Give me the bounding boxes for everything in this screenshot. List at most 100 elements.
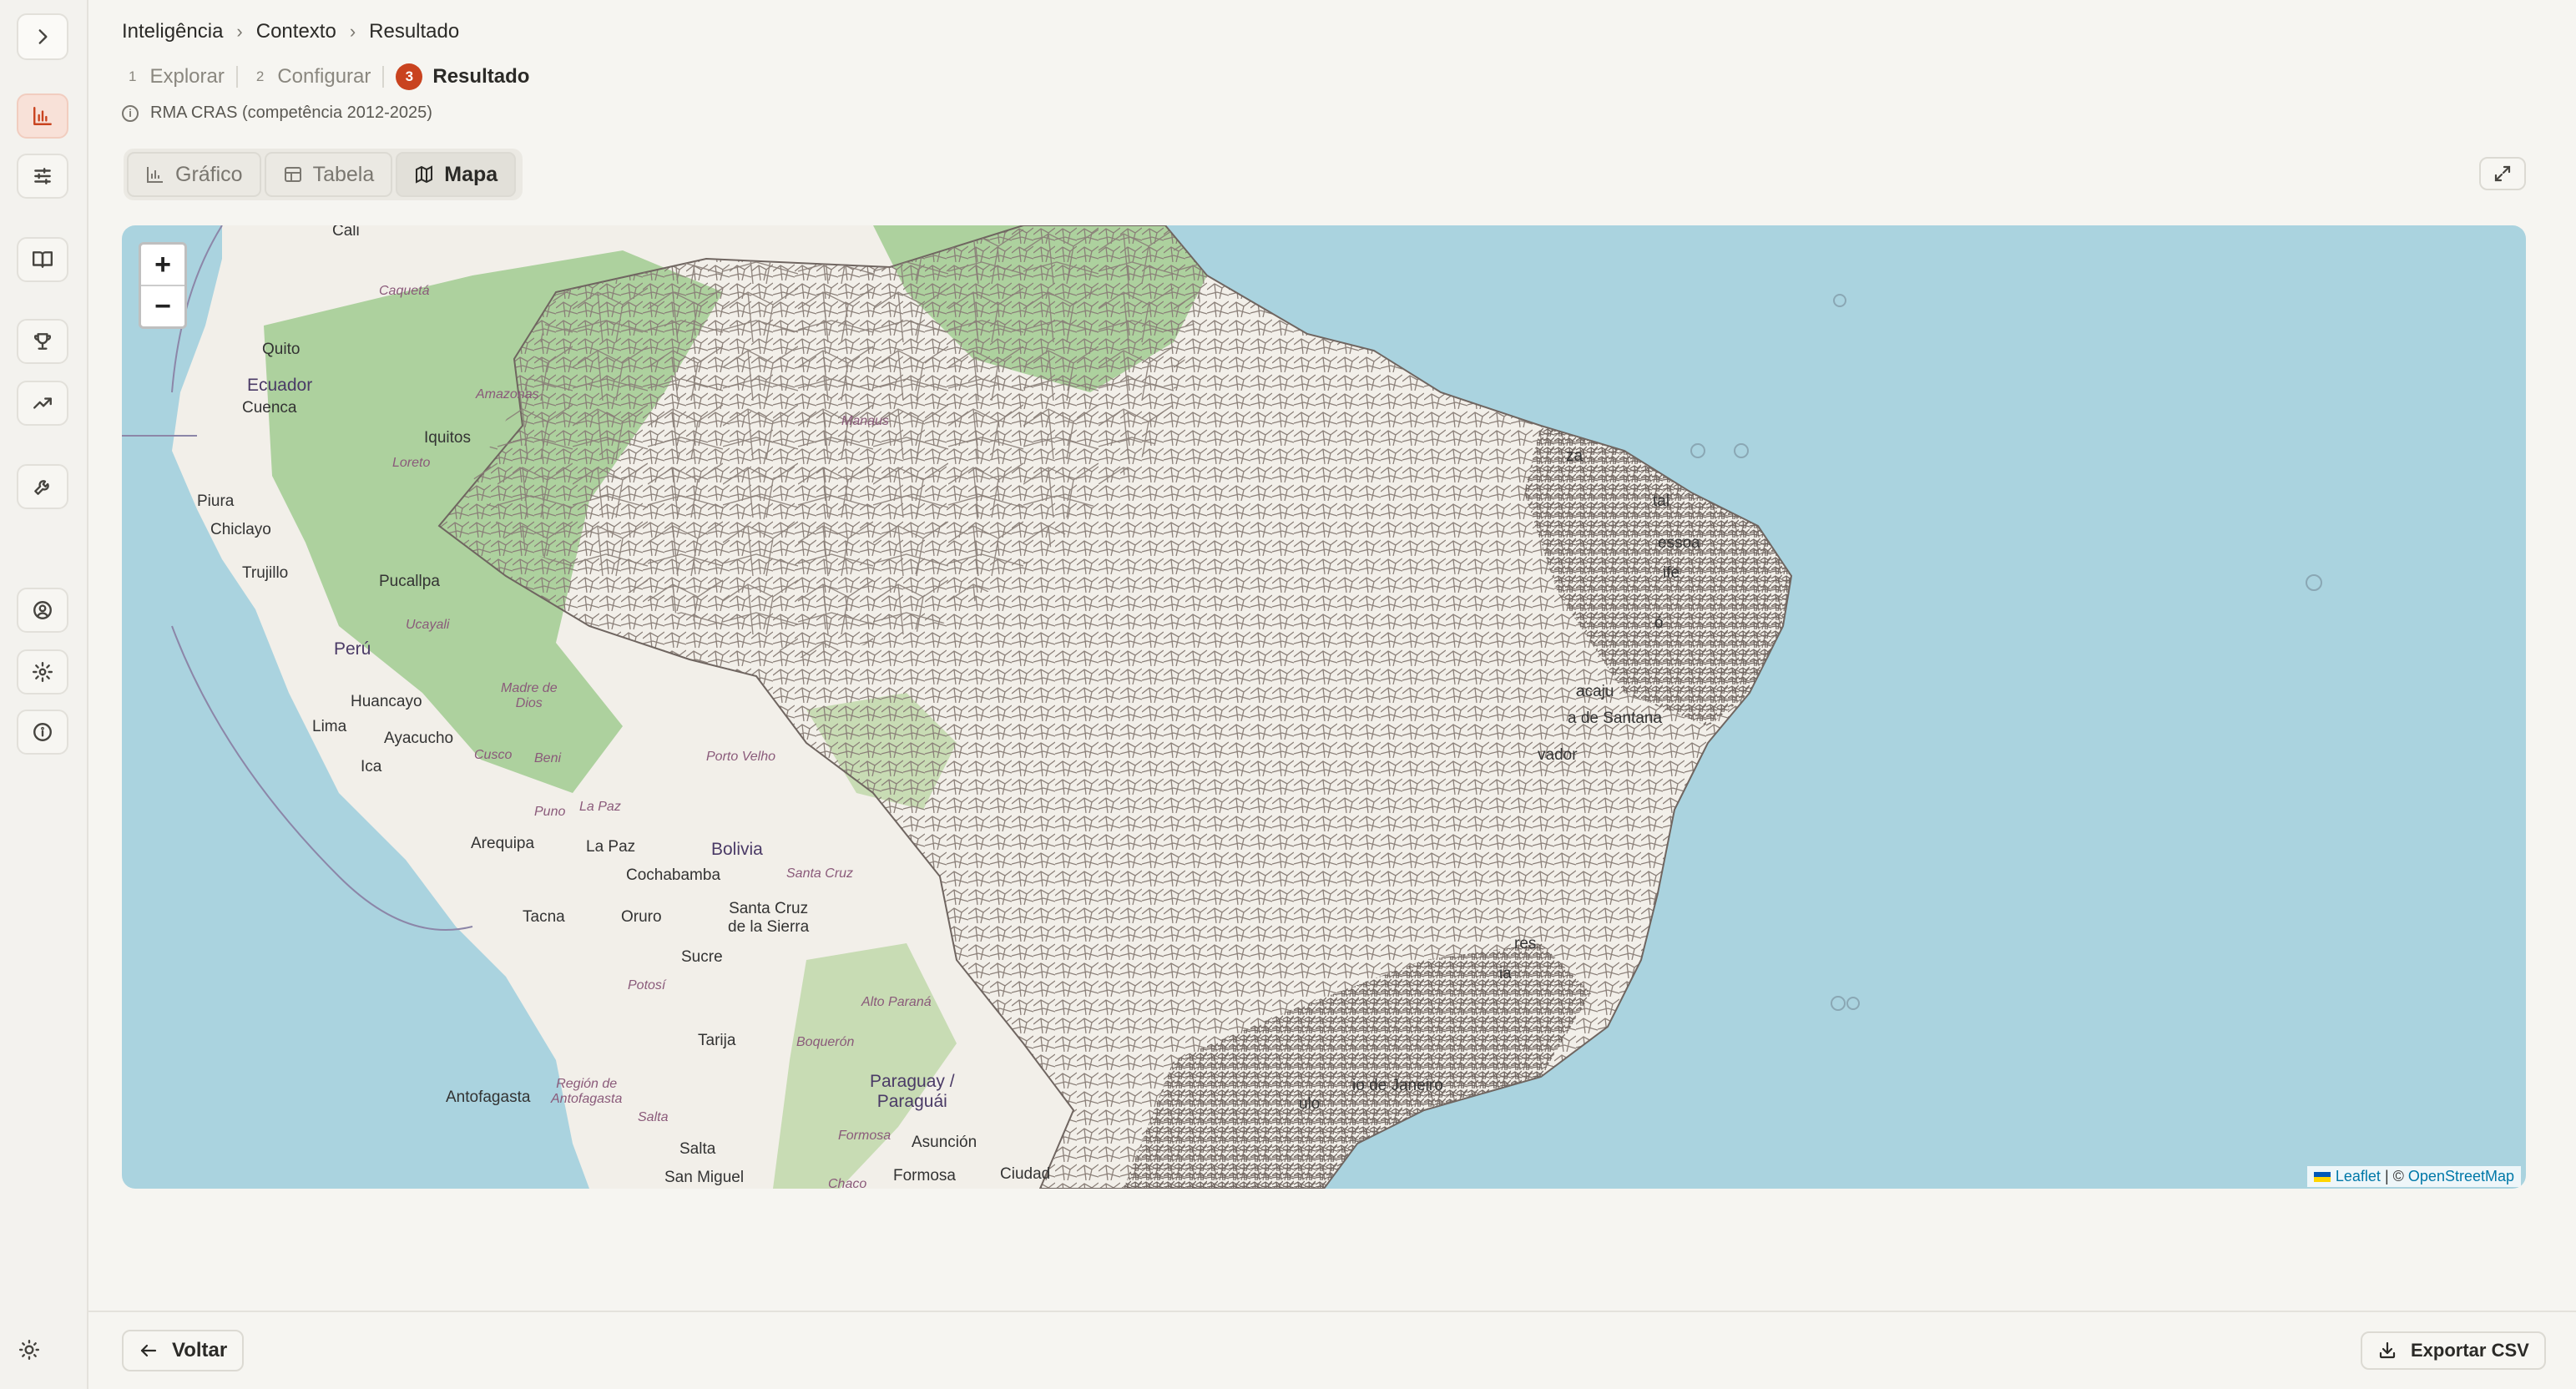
sidebar-item-settings[interactable] [17,649,68,694]
map-label: Potosí [628,978,666,993]
map-icon [416,165,433,184]
map-label: Iquitos [424,429,471,447]
sidebar-item-account[interactable] [17,588,68,633]
step-configurar[interactable]: 2 Configurar [250,65,371,88]
sidebar-item-tools[interactable] [17,464,68,509]
sun-icon [18,1339,40,1361]
sidebar-item-trends[interactable] [17,381,68,426]
map-label: ife [1663,564,1680,582]
sliders-icon [34,168,51,184]
map-label: Oruro [621,908,662,926]
sidebar-item-analytics[interactable] [17,93,68,139]
map-label: Ucayali [406,618,450,632]
map-label: tal [1653,492,1670,510]
wrench-icon [34,480,49,495]
map-label: essoa [1658,534,1700,552]
map-label: Tacna [523,908,565,926]
map-view[interactable]: Cali Quito Ecuador Cuenca Amazonas Caque… [122,225,2526,1189]
map-label: Región de Antofagasta [551,1077,623,1106]
map-label: Sucre [681,948,723,966]
map-label: za [1566,447,1583,465]
map-label: io de Janeiro [1352,1077,1443,1094]
map-label: Chaco [828,1177,867,1189]
map-label: Cali [332,225,360,240]
map-label: Formosa [893,1167,956,1184]
map-label: Asunción [912,1134,977,1151]
map-label: Ecuador [247,376,313,395]
map-label: Amazonas [476,387,539,402]
map-label: res [1514,935,1537,952]
map-label: La Paz [579,800,621,814]
map-label: ó [1654,614,1664,632]
tab-label: Mapa [444,162,498,186]
step-label: Explorar [149,65,225,88]
back-button[interactable]: Voltar [122,1330,245,1371]
sidebar-expand-button[interactable] [17,13,68,60]
zoom-control: + − [139,242,187,329]
step-number: 2 [255,68,265,84]
fullscreen-button[interactable] [2479,157,2526,190]
breadcrumb-item-inteligencia[interactable]: Inteligência [122,20,223,43]
map-label: Ica [361,758,382,775]
dataset-label: RMA CRAS (competência 2012-2025) [150,104,432,122]
step-number: 3 [396,63,423,90]
tab-tabela[interactable]: Tabela [264,152,393,197]
step-resultado[interactable]: 3 Resultado [396,63,529,90]
leaflet-link[interactable]: Leaflet [2336,1168,2381,1184]
theme-toggle-button[interactable] [15,1336,43,1364]
info-icon: i [122,104,139,122]
sidebar-item-filters[interactable] [17,154,68,199]
map-label: Perú [334,639,371,659]
step-label: Configurar [277,65,371,88]
map-label: Cuenca [242,399,297,417]
map-label: Santa Cruz de la Sierra [728,900,810,936]
chevron-right-icon: › [236,21,243,42]
breadcrumb-item-resultado: Resultado [369,20,460,43]
map-label: Arequipa [471,835,535,852]
map-label: Trujillo [242,564,289,582]
zoom-out-button[interactable]: − [141,285,184,326]
map-label: Alto Paraná [861,995,932,1009]
step-explorar[interactable]: 1 Explorar [122,65,225,88]
map-attribution: Leaflet | © OpenStreetMap [2306,1166,2521,1187]
map-label: ulo [1299,1095,1321,1113]
sidebar-item-about[interactable] [17,710,68,755]
step-number: 1 [129,68,137,84]
download-icon [2379,1341,2396,1359]
view-tabs: Gráfico Tabela Mapa [124,149,523,200]
map-label: Salta [638,1110,669,1124]
map-label: Formosa [838,1129,891,1143]
map-label: Beni [534,751,562,765]
bar-chart-icon [33,107,52,125]
dataset-info: i RMA CRAS (competência 2012-2025) [122,104,432,123]
map-label: Santa Cruz [786,866,854,881]
map-label: Cusco [474,748,513,762]
sidebar [0,0,88,1389]
ukraine-flag-icon [2313,1172,2331,1183]
map-label: Quito [262,341,301,358]
map-label: Piura [197,492,235,510]
tab-mapa[interactable]: Mapa [396,152,517,197]
map-label: Chiclayo [210,521,271,538]
map-label: Pucallpa [379,573,440,590]
map-label: Antofagasta [446,1088,531,1106]
breadcrumb: Inteligência › Contexto › Resultado [122,20,459,43]
table-icon [284,167,301,182]
chevron-right-icon: › [349,21,356,42]
map-label: Paraguay / Paraguái [870,1072,955,1111]
tab-grafico[interactable]: Gráfico [127,152,261,197]
map-label: Bolivia [711,840,763,859]
stepper: 1 Explorar 2 Configurar 3 Resultado [122,63,529,90]
map-label: Ciudad [1000,1165,1051,1183]
sidebar-item-docs[interactable] [17,237,68,282]
export-csv-button[interactable]: Exportar CSV [2361,1331,2546,1370]
zoom-in-button[interactable]: + [141,245,184,285]
sidebar-item-ranking[interactable] [17,319,68,364]
openstreetmap-link[interactable]: OpenStreetMap [2408,1168,2514,1184]
map-label: Boquerón [796,1035,855,1049]
expand-icon [2494,165,2511,182]
map-label: Lima [312,718,347,735]
export-csv-label: Exportar CSV [2411,1340,2529,1361]
map-label: Madre de Dios [501,681,558,710]
breadcrumb-item-contexto[interactable]: Contexto [256,20,336,43]
